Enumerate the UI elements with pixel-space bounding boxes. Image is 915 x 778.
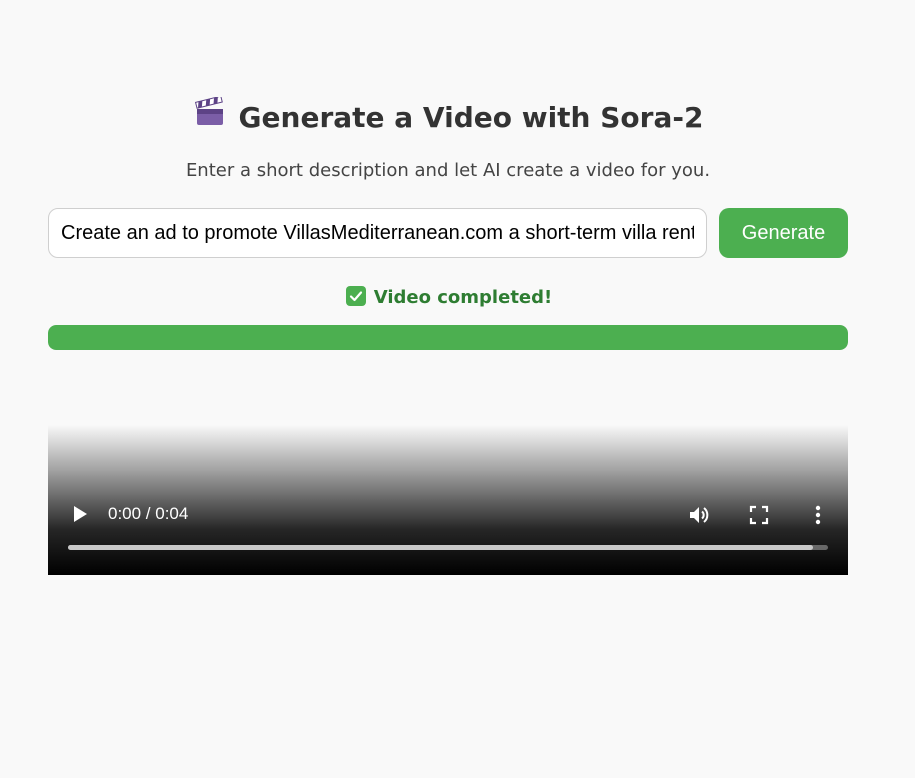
page-title: Generate a Video with Sora-2 — [0, 95, 898, 140]
prompt-input[interactable] — [48, 208, 707, 258]
seek-bar[interactable] — [68, 545, 828, 550]
status-text: Video completed! — [373, 287, 553, 308]
seek-buffered — [68, 545, 813, 550]
page: Generate a Video with Sora-2 Enter a sho… — [0, 0, 915, 778]
page-title-text: Generate a Video with Sora-2 — [238, 101, 704, 134]
time-display: 0:00 / 0:04 — [108, 504, 189, 523]
volume-icon[interactable] — [687, 503, 711, 527]
page-subtitle: Enter a short description and let AI cre… — [185, 160, 711, 181]
progress-bar — [48, 325, 848, 350]
play-icon[interactable] — [68, 503, 90, 525]
more-vertical-icon[interactable] — [808, 503, 828, 527]
video-player[interactable]: 0:00 / 0:04 — [48, 425, 848, 575]
status-message: Video completed! — [0, 285, 898, 311]
generate-button[interactable]: Generate — [719, 208, 848, 258]
clapper-board-icon — [194, 95, 225, 138]
progress-fill — [48, 325, 848, 350]
check-box-icon — [345, 286, 366, 306]
fullscreen-icon[interactable] — [748, 504, 770, 526]
